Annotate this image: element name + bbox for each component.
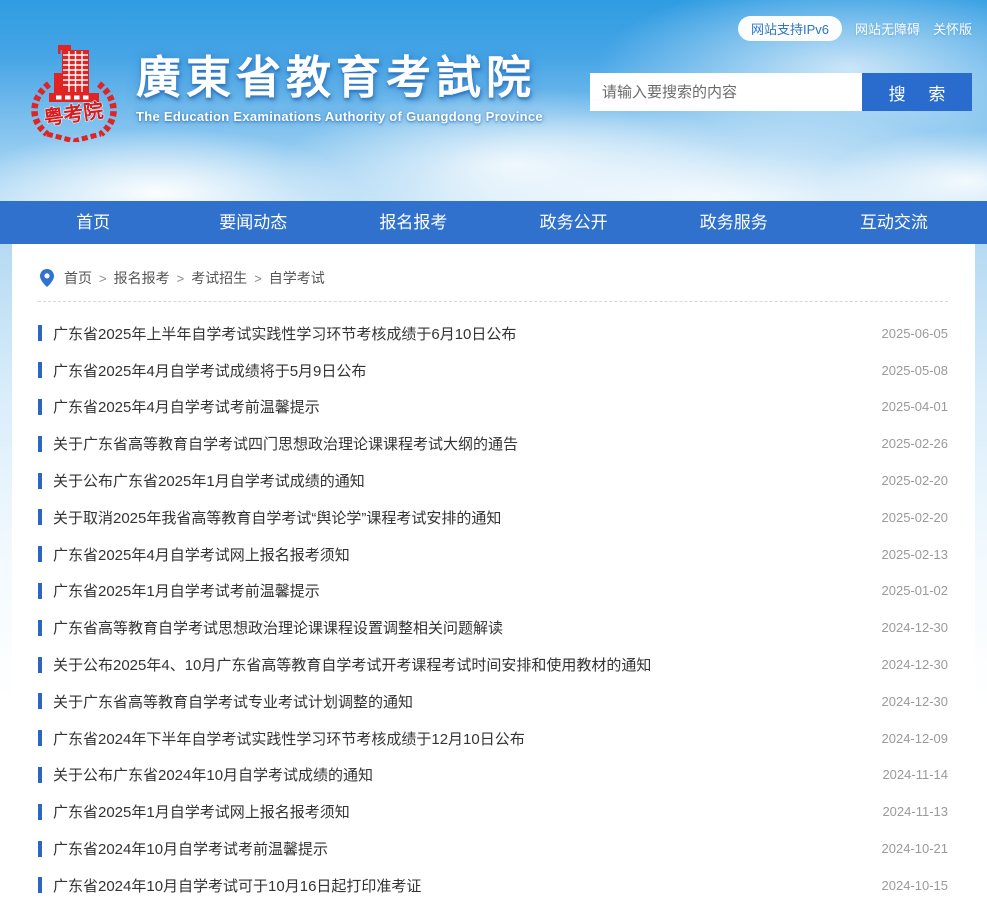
news-title-link[interactable]: 关于公布广东省2024年10月自学考试成绩的通知 [53,764,862,785]
main-navbar: 首页要闻动态报名报考政务公开政务服务互动交流 [0,201,987,244]
breadcrumb-divider [38,301,948,302]
news-date: 2025-04-01 [882,399,949,414]
bullet-bar-icon [38,767,42,783]
bullet-bar-icon [38,730,42,746]
news-title-link[interactable]: 关于广东省高等教育自学考试四门思想政治理论课课程考试大纲的通告 [53,433,862,454]
news-row: 关于公布2025年4、10月广东省高等教育自学考试开考课程考试时间安排和使用教材… [38,646,948,683]
brand-text: 廣東省教育考試院 The Education Examinations Auth… [136,42,543,124]
news-row: 关于广东省高等教育自学考试专业考试计划调整的通知 2024-12-30 [38,683,948,720]
nav-item[interactable]: 互动交流 [814,201,974,244]
breadcrumb-item[interactable]: 自学考试 [269,268,325,288]
news-title-link[interactable]: 关于广东省高等教育自学考试专业考试计划调整的通知 [53,691,862,712]
news-date: 2024-12-30 [882,657,949,672]
bullet-bar-icon [38,693,42,709]
site-brand[interactable]: 粤考院 廣東省教育考試院 The Education Examinations … [28,42,543,142]
news-title-link[interactable]: 关于公布广东省2025年1月自学考试成绩的通知 [53,470,862,491]
news-title-link[interactable]: 广东省2025年上半年自学考试实践性学习环节考核成绩于6月10日公布 [53,323,862,344]
accessibility-link[interactable]: 网站无障碍 [855,19,920,38]
sky-header: 网站支持IPv6 网站无障碍 关怀版 [0,0,987,201]
news-date: 2024-11-13 [882,804,948,819]
news-row: 广东省2025年4月自学考试考前温馨提示 2025-04-01 [38,389,948,426]
news-row: 广东省2025年4月自学考试成绩将于5月9日公布 2025-05-08 [38,352,948,389]
nav-item[interactable]: 政务服务 [654,201,814,244]
news-date: 2024-10-15 [882,878,949,893]
news-date: 2024-11-14 [882,767,948,782]
news-title-link[interactable]: 广东省2025年1月自学考试考前温馨提示 [53,580,862,601]
news-title-link[interactable]: 关于公布2025年4、10月广东省高等教育自学考试开考课程考试时间安排和使用教材… [53,654,862,675]
news-title-link[interactable]: 广东省2025年4月自学考试网上报名报考须知 [53,544,862,565]
news-title-link[interactable]: 广东省2024年10月自学考试可于10月16日起打印准考证 [53,875,862,896]
news-date: 2024-12-09 [882,731,949,746]
news-date: 2024-10-21 [882,841,949,856]
news-row: 广东省2025年1月自学考试网上报名报考须知 2024-11-13 [38,793,948,830]
bullet-bar-icon [38,583,42,599]
bullet-bar-icon [38,546,42,562]
news-title-link[interactable]: 广东省2024年下半年自学考试实践性学习环节考核成绩于12月10日公布 [53,728,862,749]
nav-item[interactable]: 报名报考 [333,201,493,244]
ipv6-badge[interactable]: 网站支持IPv6 [738,16,842,41]
breadcrumb-item[interactable]: 考试招生 [191,268,247,288]
news-date: 2024-12-30 [882,694,949,709]
site-subtitle: The Education Examinations Authority of … [136,109,543,124]
news-date: 2025-02-13 [882,547,949,562]
main-panel: 首页 > 报名报考 > 考试招生 > 自学考试 广东省2025年上半年自学考试实践性学习环节… [12,244,975,902]
news-date: 2025-02-20 [882,510,949,525]
news-date: 2025-02-20 [882,473,949,488]
nav-item[interactable]: 要闻动态 [173,201,333,244]
bullet-bar-icon [38,325,42,341]
bullet-bar-icon [38,436,42,452]
bullet-bar-icon [38,399,42,415]
search-box: 搜 索 [590,73,972,111]
breadcrumb-list: 首页 > 报名报考 > 考试招生 > 自学考试 [64,268,325,288]
location-pin-icon [40,269,54,287]
nav-item[interactable]: 首页 [13,201,173,244]
news-row: 广东省2025年1月自学考试考前温馨提示 2025-01-02 [38,573,948,610]
news-title-link[interactable]: 广东省2024年10月自学考试考前温馨提示 [53,838,862,859]
breadcrumb-separator: > [254,271,262,286]
breadcrumb: 首页 > 报名报考 > 考试招生 > 自学考试 [38,266,948,301]
news-list: 广东省2025年上半年自学考试实践性学习环节考核成绩于6月10日公布 2025-… [38,315,948,902]
news-row: 关于公布广东省2024年10月自学考试成绩的通知 2024-11-14 [38,757,948,794]
content-background: 首页 > 报名报考 > 考试招生 > 自学考试 广东省2025年上半年自学考试实践性学习环节… [0,244,987,902]
news-row: 广东省2024年10月自学考试考前温馨提示 2024-10-21 [38,830,948,867]
news-title-link[interactable]: 广东省2025年1月自学考试网上报名报考须知 [53,801,862,822]
news-row: 广东省2025年4月自学考试网上报名报考须知 2025-02-13 [38,536,948,573]
bullet-bar-icon [38,841,42,857]
emblem-text: 粤考院 [42,98,105,130]
search-input[interactable] [590,73,862,111]
news-title-link[interactable]: 广东省2025年4月自学考试成绩将于5月9日公布 [53,360,862,381]
search-button[interactable]: 搜 索 [862,73,972,111]
bullet-bar-icon [38,509,42,525]
agency-emblem-icon: 粤考院 [28,42,120,142]
bullet-bar-icon [38,473,42,489]
news-date: 2025-06-05 [882,326,949,341]
news-title-link[interactable]: 广东省2025年4月自学考试考前温馨提示 [53,396,862,417]
news-date: 2025-05-08 [882,363,949,378]
bullet-bar-icon [38,657,42,673]
bullet-bar-icon [38,620,42,636]
site-title: 廣東省教育考試院 [136,52,543,104]
breadcrumb-item[interactable]: 报名报考 [114,268,170,288]
bullet-bar-icon [38,804,42,820]
news-row: 广东省2024年10月自学考试可于10月16日起打印准考证 2024-10-15 [38,867,948,902]
breadcrumb-separator: > [99,271,107,286]
bullet-bar-icon [38,362,42,378]
news-title-link[interactable]: 广东省高等教育自学考试思想政治理论课课程设置调整相关问题解读 [53,617,862,638]
care-version-link[interactable]: 关怀版 [933,19,972,38]
news-row: 关于广东省高等教育自学考试四门思想政治理论课课程考试大纲的通告 2025-02-… [38,425,948,462]
news-date: 2025-01-02 [882,583,949,598]
news-row: 广东省2025年上半年自学考试实践性学习环节考核成绩于6月10日公布 2025-… [38,315,948,352]
news-row: 广东省2024年下半年自学考试实践性学习环节考核成绩于12月10日公布 2024… [38,720,948,757]
news-row: 关于公布广东省2025年1月自学考试成绩的通知 2025-02-20 [38,462,948,499]
bullet-bar-icon [38,877,42,893]
news-date: 2025-02-26 [882,436,949,451]
news-date: 2024-12-30 [882,620,949,635]
top-utility-links: 网站支持IPv6 网站无障碍 关怀版 [738,16,972,41]
breadcrumb-item[interactable]: 首页 [64,268,92,288]
nav-item[interactable]: 政务公开 [494,201,654,244]
news-title-link[interactable]: 关于取消2025年我省高等教育自学考试“舆论学”课程考试安排的通知 [53,507,862,528]
news-row: 广东省高等教育自学考试思想政治理论课课程设置调整相关问题解读 2024-12-3… [38,609,948,646]
news-row: 关于取消2025年我省高等教育自学考试“舆论学”课程考试安排的通知 2025-0… [38,499,948,536]
breadcrumb-separator: > [177,271,185,286]
